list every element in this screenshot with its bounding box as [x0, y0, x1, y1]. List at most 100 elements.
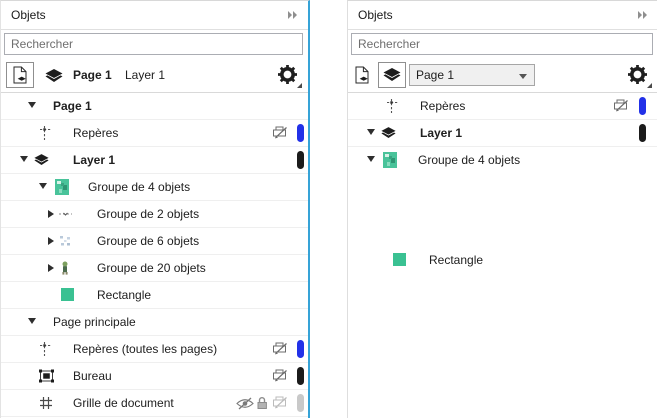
- collapse-docker-button[interactable]: [287, 10, 298, 20]
- tree-row-page-1[interactable]: Page 1: [1, 93, 308, 120]
- row-label: Groupe de 4 objets: [418, 153, 520, 167]
- row-label: Grille de document: [73, 396, 174, 410]
- group-thumbnail-icon: [59, 261, 71, 275]
- layer-color-bar[interactable]: [297, 367, 304, 385]
- tree-row-document-grid[interactable]: Grille de document: [1, 390, 308, 417]
- current-layer-label[interactable]: Layer 1: [125, 68, 165, 82]
- expander-right-icon[interactable]: [48, 264, 54, 272]
- view-pages-layers-objects-button[interactable]: [6, 62, 34, 88]
- tree-row-rectangle[interactable]: Rectangle: [348, 247, 657, 273]
- row-label: Layer 1: [73, 153, 115, 167]
- grid-icon: [39, 396, 53, 410]
- docker-title: Objets: [11, 8, 46, 22]
- object-color-swatch: [393, 253, 406, 266]
- row-label: Rectangle: [97, 288, 151, 302]
- expander-right-icon[interactable]: [48, 237, 54, 245]
- double-chevron-right-icon: [287, 10, 298, 20]
- tree-row-group-4[interactable]: Groupe de 4 objets: [1, 174, 308, 201]
- tree-row-master-page[interactable]: Page principale: [1, 309, 308, 336]
- page-select-value: Page 1: [410, 68, 519, 82]
- visibility-off-toggle-icon[interactable]: [236, 397, 254, 413]
- docker-toolbar: Page 1: [348, 59, 657, 93]
- tree-row-group-20[interactable]: Groupe de 20 objets: [1, 255, 308, 282]
- group-thumbnail-icon: [59, 210, 72, 219]
- expander-down-icon[interactable]: [39, 183, 47, 189]
- row-label: Bureau: [73, 369, 112, 383]
- docker-titlebar: Objets: [1, 1, 308, 30]
- chevron-down-icon: [519, 68, 527, 82]
- row-label: Rectangle: [429, 253, 483, 267]
- group-thumbnail-icon: [59, 235, 71, 247]
- docker-titlebar: Objets: [348, 1, 657, 30]
- layer-color-bar[interactable]: [639, 97, 646, 115]
- layer-color-bar[interactable]: [297, 124, 304, 142]
- row-label: Repères: [420, 99, 465, 113]
- gear-icon: [628, 65, 647, 84]
- objects-docker-left: Objets Page 1 Layer 1: [0, 0, 310, 418]
- flyout-corner-icon: [647, 83, 652, 88]
- row-label: Groupe de 2 objets: [97, 207, 199, 221]
- desktop-icon: [39, 370, 54, 383]
- tree-row-guides-all-pages[interactable]: Repères (toutes les pages): [1, 336, 308, 363]
- tree-row-group-4[interactable]: Groupe de 4 objets: [348, 147, 657, 173]
- printable-toggle-icon[interactable]: [613, 99, 629, 116]
- row-label: Page principale: [53, 315, 136, 329]
- expander-down-icon[interactable]: [20, 156, 28, 162]
- expander-down-icon[interactable]: [28, 102, 36, 108]
- search-input[interactable]: [351, 33, 653, 55]
- tree-row-layer-1[interactable]: Layer 1: [348, 120, 657, 147]
- layer-color-bar[interactable]: [639, 124, 646, 142]
- docker-options-button[interactable]: [278, 65, 300, 87]
- row-label: Repères (toutes les pages): [73, 342, 217, 356]
- row-label: Groupe de 4 objets: [88, 180, 190, 194]
- layer-color-bar[interactable]: [297, 151, 304, 169]
- layer-icon: [381, 127, 396, 139]
- row-label: Layer 1: [420, 126, 462, 140]
- expander-down-icon[interactable]: [367, 129, 375, 135]
- guides-icon: [386, 98, 400, 114]
- layer-color-bar[interactable]: [297, 394, 304, 412]
- search-input[interactable]: [4, 33, 303, 55]
- tree-row-desktop[interactable]: Bureau: [1, 363, 308, 390]
- row-label: Groupe de 6 objets: [97, 234, 199, 248]
- object-tree: Repères Layer 1: [348, 93, 657, 273]
- page-select[interactable]: Page 1: [409, 64, 535, 86]
- expander-down-icon[interactable]: [28, 318, 36, 324]
- group-thumbnail-icon: [383, 152, 397, 168]
- docker-toolbar: Page 1 Layer 1: [1, 59, 308, 93]
- tree-row-guides[interactable]: Repères: [348, 93, 657, 120]
- printable-toggle-icon[interactable]: [272, 342, 288, 359]
- tree-row-group-2[interactable]: Groupe de 2 objets: [1, 201, 308, 228]
- docker-options-button[interactable]: [628, 65, 650, 87]
- current-page-label[interactable]: Page 1: [73, 68, 112, 82]
- expander-right-icon[interactable]: [48, 210, 54, 218]
- view-layers-button[interactable]: [378, 62, 406, 88]
- layer-icon[interactable]: [45, 69, 63, 86]
- expander-down-icon[interactable]: [367, 156, 375, 162]
- collapse-docker-button[interactable]: [637, 10, 648, 20]
- guides-icon: [39, 125, 53, 141]
- row-label: Repères: [73, 126, 118, 140]
- objects-docker-right: Objets Page 1: [347, 0, 657, 418]
- double-chevron-right-icon: [637, 10, 648, 20]
- tree-row-rectangle[interactable]: Rectangle: [1, 282, 308, 309]
- guides-icon: [39, 341, 53, 357]
- layer-icon: [383, 68, 401, 82]
- row-label: Page 1: [53, 99, 92, 113]
- lock-toggle-icon[interactable]: [256, 396, 268, 413]
- printable-toggle-icon[interactable]: [272, 369, 288, 386]
- layer-color-bar[interactable]: [297, 340, 304, 358]
- page-with-layer-icon[interactable]: [355, 66, 370, 87]
- flyout-corner-icon: [297, 83, 302, 88]
- group-thumbnail-icon: [55, 179, 69, 195]
- object-color-swatch: [61, 288, 74, 301]
- tree-empty-space: [348, 173, 657, 247]
- page-with-layer-icon: [13, 66, 28, 84]
- tree-row-guides[interactable]: Repères: [1, 120, 308, 147]
- tree-row-layer-1[interactable]: Layer 1: [1, 147, 308, 174]
- printable-toggle-icon[interactable]: [272, 396, 288, 413]
- tree-row-group-6[interactable]: Groupe de 6 objets: [1, 228, 308, 255]
- printable-toggle-icon[interactable]: [272, 126, 288, 143]
- row-label: Groupe de 20 objets: [97, 261, 206, 275]
- gear-icon: [278, 65, 297, 84]
